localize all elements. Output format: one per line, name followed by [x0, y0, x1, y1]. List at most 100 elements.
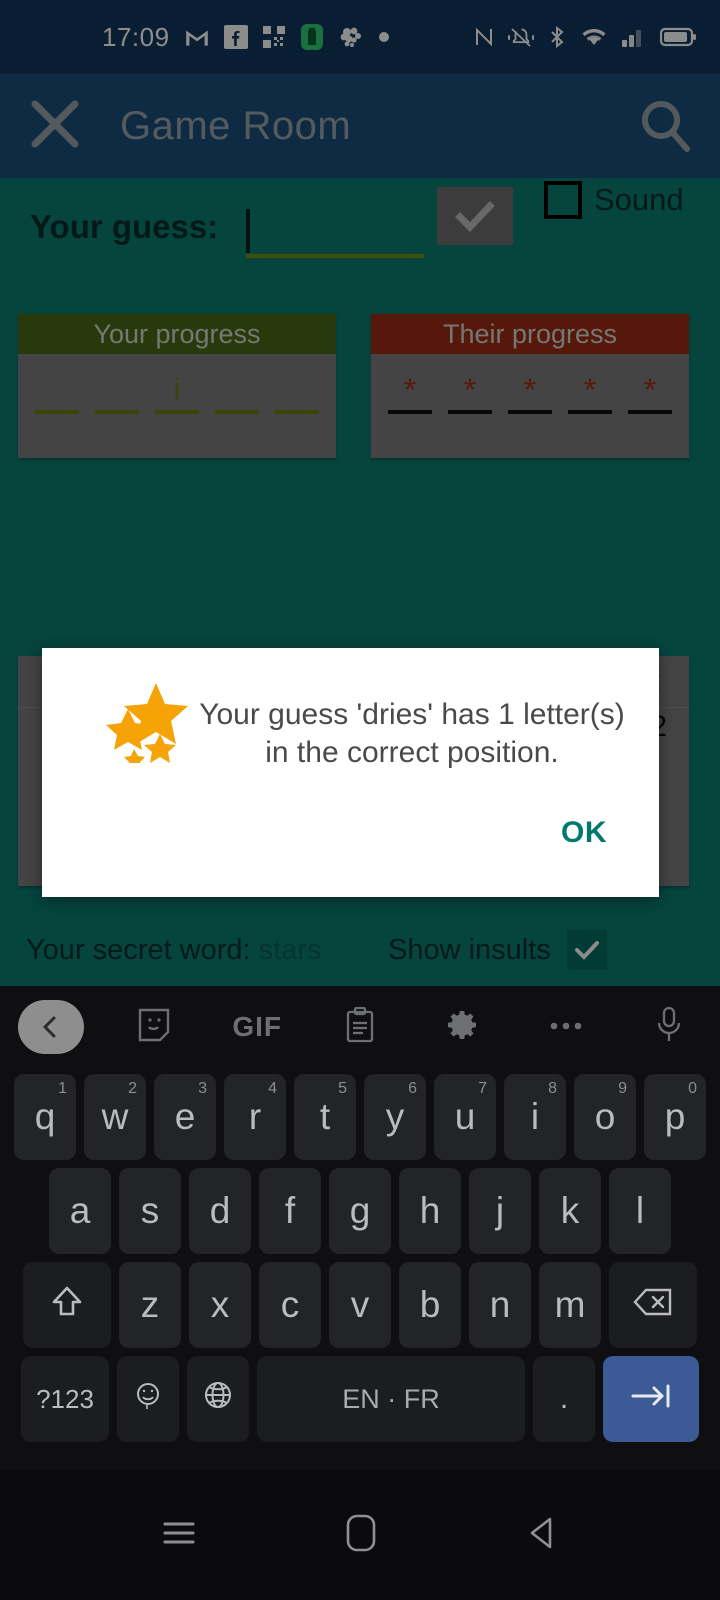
key-label: j — [495, 1190, 505, 1231]
key-a[interactable]: a — [49, 1168, 111, 1254]
language-key[interactable] — [187, 1356, 249, 1442]
emoji-key[interactable] — [117, 1356, 179, 1442]
key-label: h — [419, 1190, 441, 1231]
key-label: y — [385, 1096, 405, 1137]
key-label: e — [174, 1096, 196, 1137]
key-x[interactable]: x — [189, 1262, 251, 1348]
key-label: i — [530, 1096, 540, 1137]
alert-dialog: Your guess 'dries' has 1 letter(s) in th… — [42, 648, 659, 897]
key-u[interactable]: 7u — [434, 1074, 496, 1160]
key-j[interactable]: j — [469, 1168, 531, 1254]
key-hint: 6 — [408, 1080, 417, 1097]
keyboard-settings-button[interactable] — [411, 1008, 514, 1047]
globe-icon — [202, 1378, 234, 1420]
key-hint: 8 — [548, 1080, 557, 1097]
shift-key[interactable] — [23, 1262, 111, 1348]
phone-screen: 17:09 Game Room Your guess: Sound Your p… — [0, 0, 720, 1600]
more-options-button[interactable] — [514, 1018, 617, 1036]
sticker-icon — [137, 1007, 171, 1048]
key-label: q — [34, 1096, 56, 1137]
back-chevron-icon — [18, 1000, 85, 1054]
key-label: o — [594, 1096, 616, 1137]
key-y[interactable]: 6y — [364, 1074, 426, 1160]
key-hint: 5 — [338, 1080, 347, 1097]
key-v[interactable]: v — [329, 1262, 391, 1348]
key-label: p — [664, 1096, 686, 1137]
key-label: r — [248, 1096, 262, 1137]
clipboard-icon — [345, 1006, 375, 1048]
key-label: . — [559, 1382, 569, 1415]
recents-button[interactable] — [162, 1518, 196, 1553]
key-b[interactable]: b — [399, 1262, 461, 1348]
key-hint: 7 — [478, 1080, 487, 1097]
gif-icon: GIF — [232, 1011, 282, 1042]
stars-icon — [104, 681, 196, 769]
key-w[interactable]: 2w — [84, 1074, 146, 1160]
key-hint: 4 — [268, 1080, 277, 1097]
backspace-icon — [633, 1287, 673, 1324]
space-key[interactable]: EN · FR — [257, 1356, 525, 1442]
key-label: EN · FR — [342, 1383, 440, 1414]
keyboard-toolbar: GIF — [0, 986, 720, 1068]
key-l[interactable]: l — [609, 1168, 671, 1254]
key-label: x — [210, 1284, 230, 1325]
key-o[interactable]: 9o — [574, 1074, 636, 1160]
key-r[interactable]: 4r — [224, 1074, 286, 1160]
clipboard-button[interactable] — [309, 1006, 412, 1048]
key-m[interactable]: m — [539, 1262, 601, 1348]
voice-input-button[interactable] — [617, 1006, 720, 1049]
key-d[interactable]: d — [189, 1168, 251, 1254]
keyboard-row-3: z x c v b n m — [0, 1262, 720, 1348]
key-n[interactable]: n — [469, 1262, 531, 1348]
keyboard-row-1: 1q 2w 3e 4r 5t 6y 7u 8i 9o 0p — [0, 1074, 720, 1160]
key-k[interactable]: k — [539, 1168, 601, 1254]
key-label: f — [284, 1190, 296, 1231]
numeric-key[interactable]: ?123 — [21, 1356, 109, 1442]
key-h[interactable]: h — [399, 1168, 461, 1254]
key-label: d — [209, 1190, 231, 1231]
key-p[interactable]: 0p — [644, 1074, 706, 1160]
key-label: s — [140, 1190, 160, 1231]
sticker-button[interactable] — [103, 1007, 206, 1048]
key-hint: 0 — [688, 1080, 697, 1097]
emoji-icon — [133, 1378, 163, 1420]
key-s[interactable]: s — [119, 1168, 181, 1254]
shift-icon — [50, 1284, 84, 1327]
key-label: t — [319, 1096, 331, 1137]
key-label: l — [635, 1190, 645, 1231]
key-z[interactable]: z — [119, 1262, 181, 1348]
back-button[interactable] — [526, 1516, 558, 1555]
navigation-bar — [0, 1470, 720, 1600]
key-e[interactable]: 3e — [154, 1074, 216, 1160]
more-dots-icon — [549, 1018, 583, 1036]
key-hint: 1 — [58, 1080, 67, 1097]
key-q[interactable]: 1q — [14, 1074, 76, 1160]
key-g[interactable]: g — [329, 1168, 391, 1254]
key-label: v — [350, 1284, 370, 1325]
soft-keyboard: GIF 1 q 2 w 3 e 4 r 5 t 6 y 7 u 8 i 9 o … — [0, 986, 720, 1470]
settings-gear-icon — [446, 1008, 480, 1047]
keyboard-back-button[interactable] — [0, 1000, 103, 1054]
keyboard-row-4: ?123 EN · FR . — [0, 1356, 720, 1442]
home-button[interactable] — [346, 1514, 376, 1557]
key-label: u — [454, 1096, 476, 1137]
key-f[interactable]: f — [259, 1168, 321, 1254]
dialog-ok-button[interactable]: OK — [561, 816, 607, 850]
key-label: w — [101, 1096, 129, 1137]
key-label: n — [489, 1284, 511, 1325]
key-label: m — [554, 1284, 586, 1325]
key-c[interactable]: c — [259, 1262, 321, 1348]
enter-key[interactable] — [603, 1356, 699, 1442]
key-t[interactable]: 5t — [294, 1074, 356, 1160]
key-i[interactable]: 8i — [504, 1074, 566, 1160]
backspace-key[interactable] — [609, 1262, 697, 1348]
key-hint: 9 — [618, 1080, 627, 1097]
period-key[interactable]: . — [533, 1356, 595, 1442]
enter-icon — [628, 1378, 674, 1420]
key-label: k — [560, 1190, 580, 1231]
key-label: c — [280, 1284, 300, 1325]
key-hint: 2 — [128, 1080, 137, 1097]
gif-button[interactable]: GIF — [206, 1011, 309, 1043]
microphone-icon — [656, 1006, 682, 1049]
key-label: b — [419, 1284, 441, 1325]
